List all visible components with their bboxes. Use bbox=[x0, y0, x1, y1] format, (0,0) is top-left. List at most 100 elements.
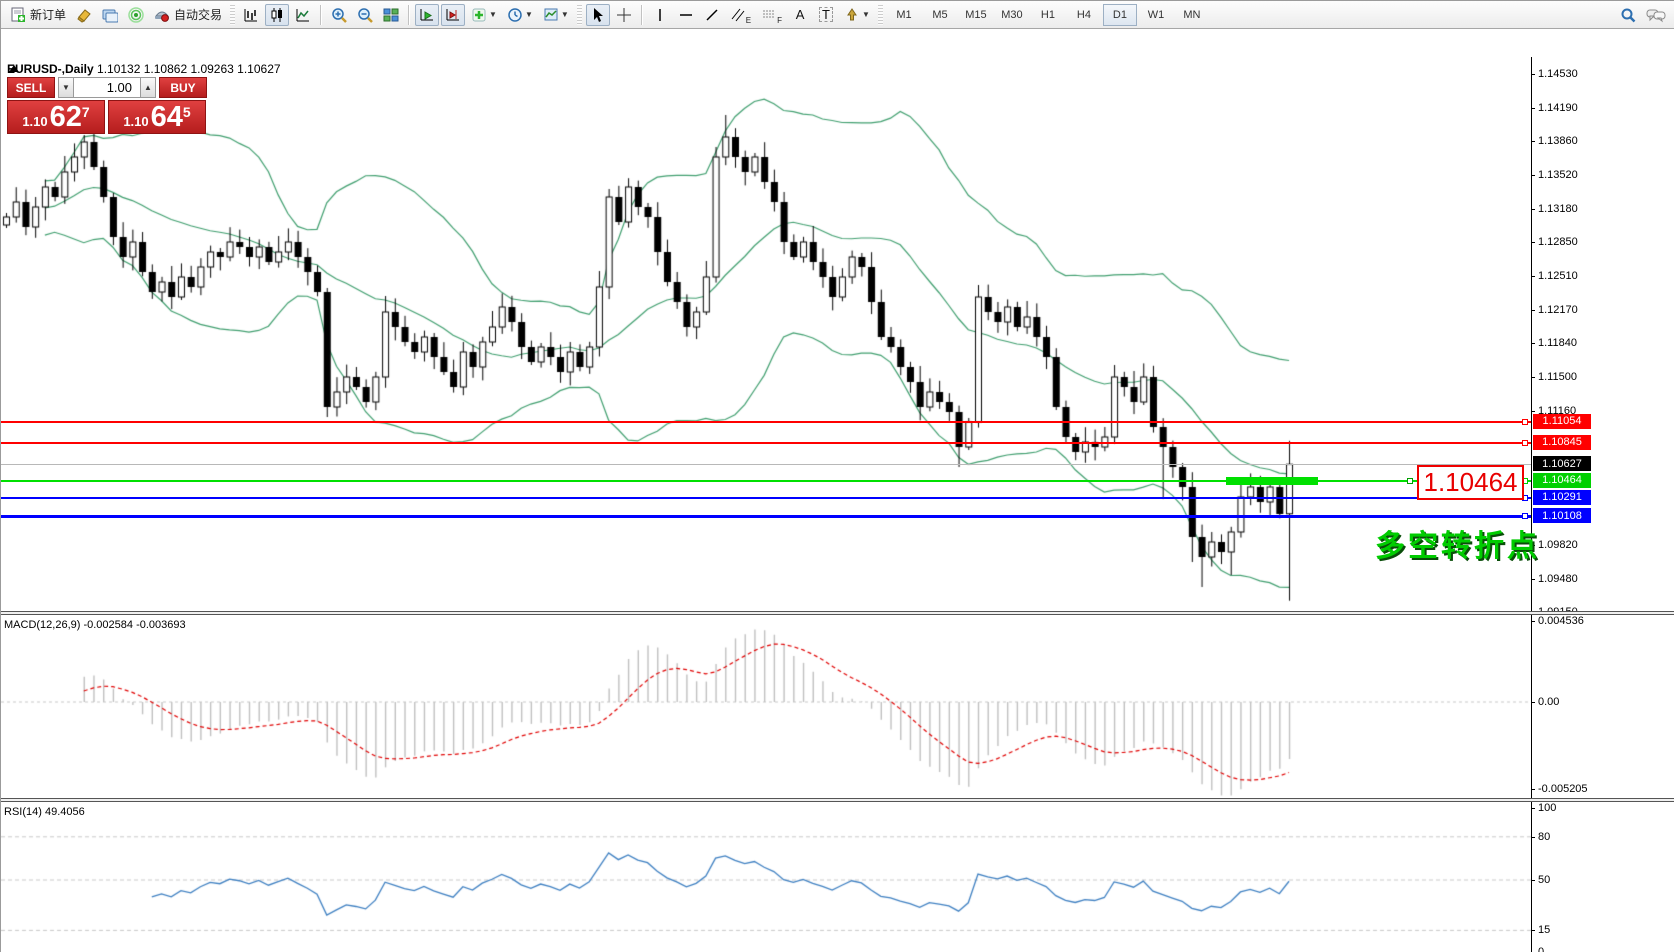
axis-tick bbox=[1531, 880, 1535, 881]
main-toolbar: 新订单 自动交易 bbox=[1, 1, 1674, 29]
pane-splitter[interactable] bbox=[1, 611, 1674, 615]
auto-scroll-button[interactable] bbox=[415, 4, 439, 26]
horizontal-line-icon bbox=[678, 7, 694, 23]
chevron-down-icon: ▼ bbox=[525, 10, 533, 19]
timeframe-mn[interactable]: MN bbox=[1175, 4, 1209, 26]
axis-tick bbox=[1531, 837, 1535, 838]
eraser-icon bbox=[76, 7, 92, 23]
bar-chart-button[interactable] bbox=[239, 4, 263, 26]
arrows-tool[interactable]: ▼ bbox=[840, 4, 874, 26]
toolbar-grip bbox=[577, 5, 582, 25]
timeframe-m1[interactable]: M1 bbox=[887, 4, 921, 26]
new-order-button[interactable]: 新订单 bbox=[6, 4, 70, 26]
price-annotation-box[interactable]: 1.10464 bbox=[1417, 465, 1524, 500]
price-pane-canvas[interactable] bbox=[1, 57, 1531, 612]
horizontal-level-line[interactable] bbox=[1, 464, 1531, 465]
label-tool[interactable]: T bbox=[814, 4, 838, 26]
eraser-button[interactable] bbox=[72, 4, 96, 26]
volume-decrease-button[interactable]: ▼ bbox=[58, 77, 74, 98]
channel-icon bbox=[730, 7, 746, 23]
timeframe-d1[interactable]: D1 bbox=[1103, 4, 1137, 26]
timeframe-m30[interactable]: M30 bbox=[995, 4, 1029, 26]
crosshair-tool-button[interactable] bbox=[612, 4, 636, 26]
volume-increase-button[interactable]: ▲ bbox=[140, 77, 156, 98]
bar-chart-icon bbox=[243, 7, 259, 23]
axis-tick bbox=[1531, 310, 1535, 311]
timeframe-h4[interactable]: H4 bbox=[1067, 4, 1101, 26]
crosshair-icon bbox=[616, 7, 632, 23]
macd-pane-canvas[interactable] bbox=[1, 615, 1531, 799]
horizontal-level-line[interactable] bbox=[1, 497, 1531, 499]
signals-button[interactable] bbox=[124, 4, 148, 26]
macd-label: MACD(12,26,9) -0.002584 -0.003693 bbox=[4, 619, 186, 631]
axis-tick bbox=[1531, 108, 1535, 109]
chart-shift-icon bbox=[445, 7, 461, 23]
line-handle[interactable] bbox=[1522, 419, 1528, 425]
autotrade-button[interactable]: 自动交易 bbox=[150, 4, 226, 26]
chart-shift-button[interactable] bbox=[441, 4, 465, 26]
volume-field[interactable]: 1.00 bbox=[74, 77, 140, 98]
text-tool[interactable]: A bbox=[788, 4, 812, 26]
timeframe-h1[interactable]: H1 bbox=[1031, 4, 1065, 26]
chart-area[interactable]: EURUSD-,Daily 1.10132 1.10862 1.09263 1.… bbox=[1, 29, 1674, 952]
price-axis-label: 1.13860 bbox=[1538, 135, 1578, 147]
highlighted-line-segment[interactable] bbox=[1226, 477, 1318, 485]
vertical-line-tool[interactable] bbox=[648, 4, 672, 26]
candlestick-chart-icon bbox=[269, 7, 285, 23]
horizontal-level-line[interactable] bbox=[1, 515, 1531, 518]
horizontal-line-tool[interactable] bbox=[674, 4, 698, 26]
sell-price-box[interactable]: 1.10 62 7 bbox=[7, 100, 105, 134]
channel-sub-label: E bbox=[746, 16, 751, 25]
arrows-icon bbox=[844, 7, 860, 23]
axis-tick bbox=[1531, 579, 1535, 580]
panel-collapse-arrow-icon[interactable] bbox=[9, 65, 19, 72]
tile-windows-button[interactable] bbox=[379, 4, 403, 26]
candlestick-chart-button[interactable] bbox=[265, 4, 289, 26]
trendline-tool[interactable] bbox=[700, 4, 724, 26]
chart-profile-button[interactable] bbox=[98, 4, 122, 26]
new-order-icon bbox=[10, 7, 26, 23]
fibonacci-tool[interactable]: F bbox=[757, 4, 786, 26]
rsi-pane-canvas[interactable] bbox=[1, 802, 1531, 952]
rsi-axis-label: 50 bbox=[1538, 874, 1550, 886]
line-chart-button[interactable] bbox=[291, 4, 315, 26]
buy-button[interactable]: BUY bbox=[159, 77, 207, 98]
chinese-annotation-text[interactable]: 多空转折点 bbox=[1375, 521, 1540, 565]
one-click-trading-panel: SELL ▼ 1.00 ▲ BUY 1.10 62 7 1.10 64 5 bbox=[7, 77, 209, 134]
sell-button[interactable]: SELL bbox=[7, 77, 55, 98]
price-tag: 1.10845 bbox=[1533, 435, 1591, 450]
price-tag: 1.10627 bbox=[1533, 456, 1591, 471]
rsi-axis-label: 0 bbox=[1538, 946, 1544, 952]
equidistant-channel-tool[interactable]: E bbox=[726, 4, 755, 26]
line-handle[interactable] bbox=[1522, 440, 1528, 446]
templates-button[interactable]: ▼ bbox=[539, 4, 573, 26]
axis-tick bbox=[1531, 141, 1535, 142]
timeframe-m5[interactable]: M5 bbox=[923, 4, 957, 26]
price-axis-label: 1.11840 bbox=[1538, 337, 1577, 349]
periods-button[interactable]: ▼ bbox=[503, 4, 537, 26]
horizontal-level-line[interactable] bbox=[1, 421, 1531, 423]
clock-icon bbox=[507, 7, 523, 23]
autotrade-icon bbox=[154, 7, 170, 23]
search-button[interactable] bbox=[1616, 4, 1640, 26]
zoom-in-button[interactable] bbox=[327, 4, 351, 26]
toolbar-grip bbox=[878, 5, 883, 25]
horizontal-level-line[interactable] bbox=[1, 442, 1531, 444]
axis-tick bbox=[1531, 411, 1535, 412]
indicators-icon bbox=[471, 7, 487, 23]
buy-price-small: 1.10 bbox=[123, 114, 148, 129]
timeframe-w1[interactable]: W1 bbox=[1139, 4, 1173, 26]
ohlc-values: 1.10132 1.10862 1.09263 1.10627 bbox=[97, 62, 281, 76]
indicators-button[interactable]: ▼ bbox=[467, 4, 501, 26]
zoom-out-button[interactable] bbox=[353, 4, 377, 26]
cursor-tool-button[interactable] bbox=[586, 4, 610, 26]
chat-button[interactable] bbox=[1642, 4, 1670, 26]
pane-splitter[interactable] bbox=[1, 798, 1674, 802]
timeframe-m15[interactable]: M15 bbox=[959, 4, 993, 26]
text-tool-label: A bbox=[796, 8, 805, 21]
timeframe-bar: M1M5M15M30H1H4D1W1MN bbox=[886, 4, 1210, 26]
line-handle[interactable] bbox=[1407, 478, 1413, 484]
axis-tick bbox=[1531, 702, 1535, 703]
line-handle[interactable] bbox=[1522, 513, 1528, 519]
buy-price-box[interactable]: 1.10 64 5 bbox=[108, 100, 206, 134]
